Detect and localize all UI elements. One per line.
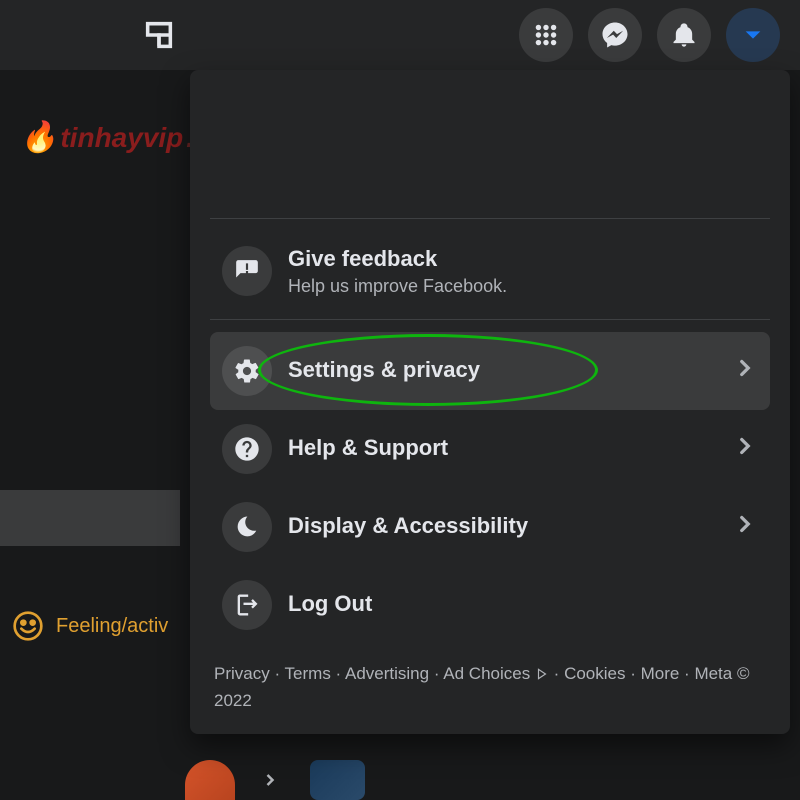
notifications-button[interactable]: [657, 8, 711, 62]
settings-privacy-item[interactable]: Settings & privacy: [210, 332, 770, 410]
help-support-item[interactable]: Help & Support: [210, 410, 770, 488]
top-bar: [0, 0, 800, 70]
account-dropdown-menu: Give feedback Help us improve Facebook. …: [190, 70, 790, 734]
footer-more[interactable]: More: [641, 664, 680, 683]
chevron-right-icon: [732, 433, 758, 464]
chevron-right-icon: [260, 770, 280, 795]
top-icons: [519, 8, 780, 62]
display-title: Display & Accessibility: [288, 512, 732, 541]
divider: [210, 319, 770, 320]
flame-icon: 🔥: [20, 120, 57, 155]
gear-icon: [222, 346, 272, 396]
divider: [210, 218, 770, 219]
gaming-logo-icon[interactable]: [140, 16, 178, 54]
moon-icon: [222, 502, 272, 552]
footer-privacy[interactable]: Privacy: [214, 664, 270, 683]
feeling-label: Feeling/activ: [56, 615, 168, 638]
footer-cookies[interactable]: Cookies: [564, 664, 625, 683]
story-avatar-1[interactable]: [185, 760, 235, 800]
footer-advertising[interactable]: Advertising: [345, 664, 429, 683]
log-out-item[interactable]: Log Out: [210, 566, 770, 644]
logout-title: Log Out: [288, 590, 758, 619]
menu-grid-button[interactable]: [519, 8, 573, 62]
help-title: Help & Support: [288, 434, 732, 463]
messenger-button[interactable]: [588, 8, 642, 62]
left-panel-bar: [0, 490, 180, 546]
story-avatar-2[interactable]: [310, 760, 365, 800]
logout-icon: [222, 580, 272, 630]
watermark-text: tinhayvip: [60, 122, 183, 154]
feedback-icon: [222, 246, 272, 296]
feeling-activity-button[interactable]: Feeling/activ: [12, 610, 168, 642]
help-icon: [222, 424, 272, 474]
footer-adchoices[interactable]: Ad Choices: [443, 664, 530, 683]
display-accessibility-item[interactable]: Display & Accessibility: [210, 488, 770, 566]
settings-title: Settings & privacy: [288, 356, 732, 385]
feedback-subtitle: Help us improve Facebook.: [288, 276, 758, 297]
chevron-right-icon: [732, 511, 758, 542]
give-feedback-item[interactable]: Give feedback Help us improve Facebook.: [210, 231, 770, 311]
footer-terms[interactable]: Terms: [285, 664, 331, 683]
chevron-right-icon: [732, 355, 758, 386]
feedback-title: Give feedback: [288, 245, 758, 274]
account-dropdown-button[interactable]: [726, 8, 780, 62]
footer-links: Privacy · Terms · Advertising · Ad Choic…: [210, 660, 770, 714]
